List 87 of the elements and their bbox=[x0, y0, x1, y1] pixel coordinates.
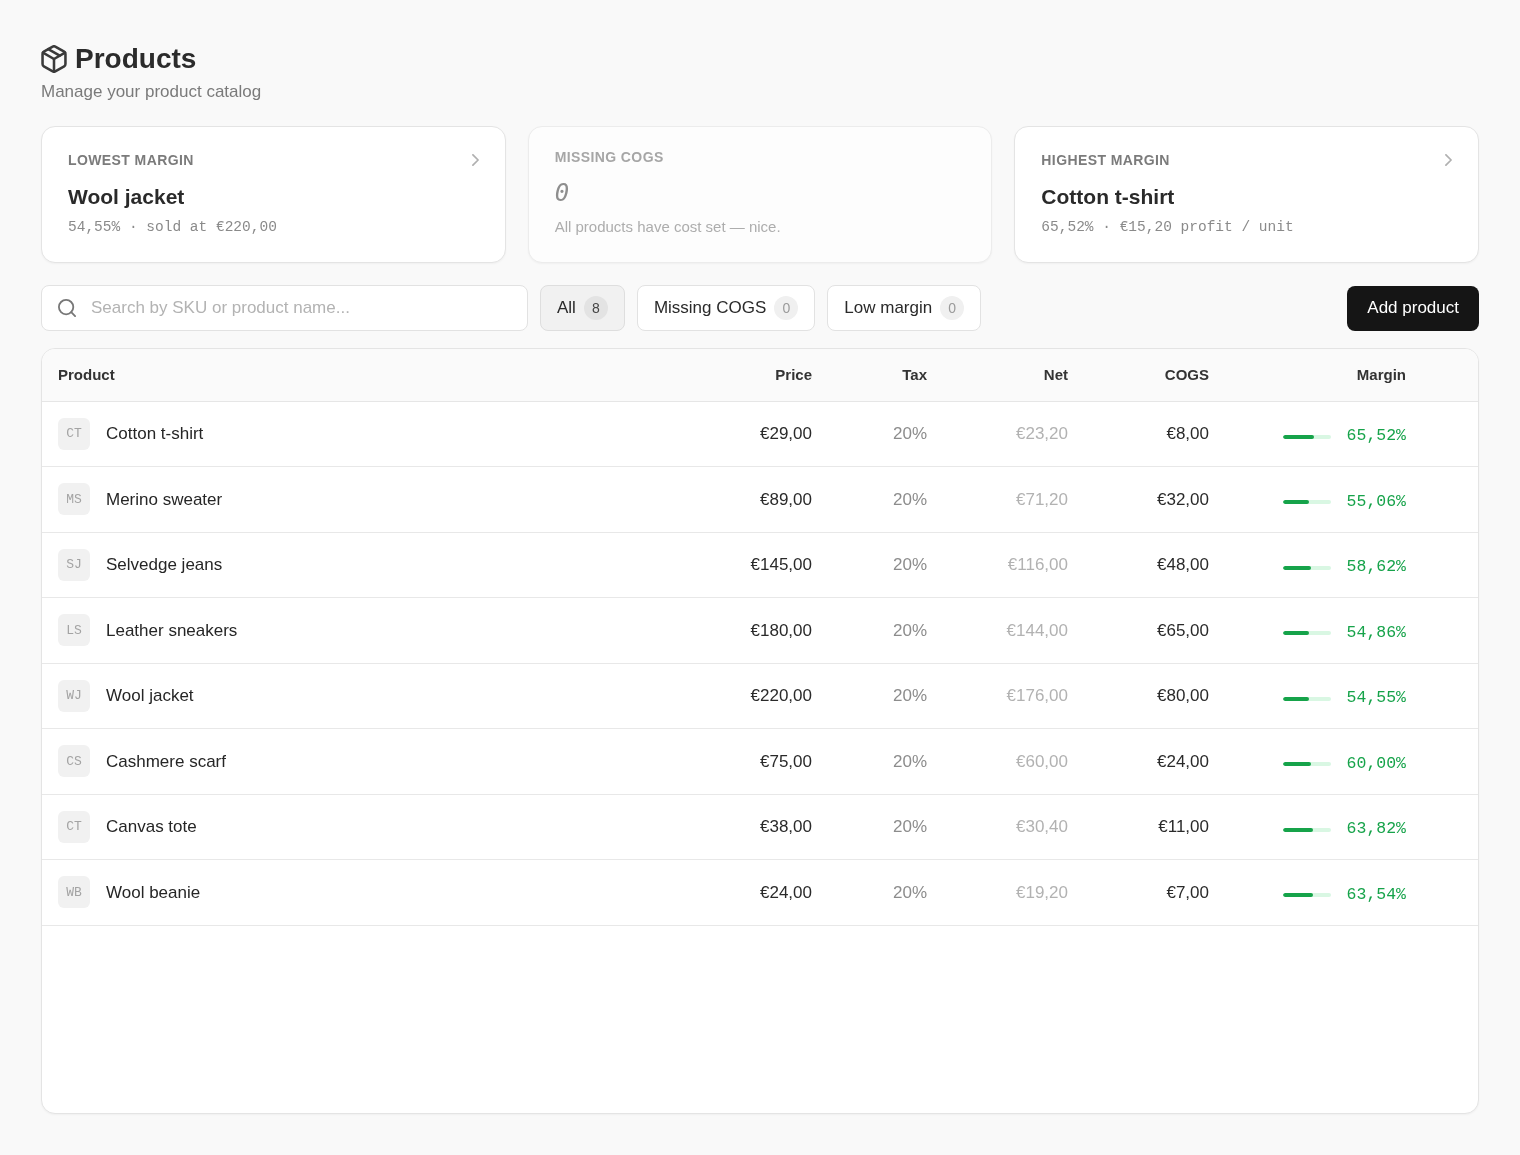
price-value: €180,00 bbox=[750, 620, 812, 640]
product-initials: CT bbox=[58, 417, 90, 450]
margin-value: 58,62% bbox=[1346, 556, 1406, 579]
card-detail: 54,55% · sold at €220,00 bbox=[68, 218, 277, 237]
margin-value: 60,00% bbox=[1346, 752, 1406, 775]
cogs-value: €80,00 bbox=[1157, 686, 1209, 705]
filter-tab[interactable]: All 8 bbox=[540, 285, 625, 331]
price-value: €89,00 bbox=[760, 489, 812, 509]
card-title: Cotton t-shirt bbox=[1041, 184, 1175, 210]
filter-tab[interactable]: Missing COGS 0 bbox=[636, 285, 816, 331]
product-initials: MS bbox=[58, 483, 90, 516]
column-header: Margin bbox=[1356, 365, 1406, 383]
summary-card[interactable]: LOWEST MARGIN Wool jacket 54,55% · sold at €220,00 bbox=[41, 126, 506, 263]
cogs-value: €7,00 bbox=[1166, 882, 1209, 902]
card-label: HIGHEST MARGIN bbox=[1041, 151, 1170, 169]
card-detail: 65,52% · €15,20 profit / unit bbox=[1041, 218, 1294, 237]
cogs-value: €48,00 bbox=[1157, 555, 1209, 574]
margin-value: 54,55% bbox=[1346, 687, 1406, 710]
product-name: Canvas tote bbox=[106, 816, 197, 838]
cogs-value: €24,00 bbox=[1157, 751, 1209, 771]
product-initials: CS bbox=[58, 745, 90, 778]
box-icon bbox=[41, 45, 67, 73]
count-badge: 0 bbox=[940, 296, 965, 320]
column-header: COGS bbox=[1164, 365, 1209, 383]
product-name: Wool beanie bbox=[106, 881, 201, 904]
tax-rate: 20% bbox=[892, 620, 927, 640]
cogs-value: €32,00 bbox=[1157, 489, 1209, 509]
cogs-value: €65,00 bbox=[1157, 620, 1209, 640]
product-initials: WB bbox=[58, 876, 90, 909]
cogs-value: €11,00 bbox=[1158, 817, 1209, 836]
tax-rate: 20% bbox=[892, 686, 927, 705]
product-initials: SJ bbox=[58, 548, 90, 581]
price-value: €220,00 bbox=[750, 686, 812, 705]
card-label: MISSING COGS bbox=[554, 148, 664, 166]
net-price: €19,20 bbox=[1016, 882, 1068, 902]
product-name: Cashmere scarf bbox=[106, 750, 226, 773]
add-product-button[interactable]: Add product bbox=[1347, 285, 1479, 331]
product-initials: CT bbox=[58, 810, 90, 843]
price-value: €145,00 bbox=[750, 555, 812, 574]
price-value: €38,00 bbox=[760, 817, 812, 836]
card-note: All products have cost set — nice. bbox=[554, 217, 781, 237]
net-price: €144,00 bbox=[1006, 620, 1068, 640]
count-badge: 8 bbox=[583, 296, 608, 320]
price-value: €24,00 bbox=[760, 882, 812, 902]
margin-value: 63,82% bbox=[1346, 818, 1406, 841]
page-title: Products bbox=[75, 42, 197, 76]
product-initials: WJ bbox=[58, 679, 90, 712]
price-value: €75,00 bbox=[760, 751, 812, 771]
summary-card[interactable]: HIGHEST MARGIN Cotton t-shirt 65,52% · €15,20 profit / unit bbox=[1014, 126, 1479, 263]
filter-tab[interactable]: Low margin 0 bbox=[827, 285, 982, 331]
net-price: €176,00 bbox=[1006, 686, 1068, 705]
net-price: €30,40 bbox=[1016, 817, 1068, 836]
search-field[interactable]: Search by SKU or product name... bbox=[41, 285, 528, 331]
margin-value: 54,86% bbox=[1346, 621, 1406, 644]
chevron-right-icon bbox=[471, 154, 479, 166]
product-name: Selvedge jeans bbox=[106, 554, 223, 576]
product-name: Leather sneakers bbox=[106, 619, 238, 642]
missing-count: 0 bbox=[554, 178, 570, 208]
card-label: LOWEST MARGIN bbox=[68, 151, 194, 169]
column-header: Net bbox=[1043, 365, 1068, 383]
column-header: Tax bbox=[902, 365, 927, 383]
chevron-right-icon bbox=[1445, 154, 1452, 166]
net-price: €71,20 bbox=[1016, 489, 1068, 509]
cogs-value: €8,00 bbox=[1166, 424, 1209, 443]
page-subtitle: Manage your product catalog bbox=[41, 81, 262, 103]
product-name: Merino sweater bbox=[106, 488, 223, 511]
margin-value: 63,54% bbox=[1346, 883, 1406, 906]
tax-rate: 20% bbox=[892, 555, 927, 574]
column-header: Price bbox=[775, 365, 812, 383]
tax-rate: 20% bbox=[892, 751, 927, 771]
tax-rate: 20% bbox=[892, 817, 927, 836]
product-name: Wool jacket bbox=[106, 685, 194, 707]
count-badge: 0 bbox=[774, 296, 799, 320]
price-value: €29,00 bbox=[760, 424, 812, 443]
net-price: €23,20 bbox=[1016, 424, 1068, 443]
product-name: Cotton t-shirt bbox=[106, 423, 204, 445]
margin-value: 65,52% bbox=[1346, 425, 1406, 448]
tax-rate: 20% bbox=[892, 882, 927, 902]
margin-value: 55,06% bbox=[1346, 490, 1406, 513]
tax-rate: 20% bbox=[892, 489, 927, 509]
search-icon bbox=[58, 299, 76, 317]
column-header: Product bbox=[58, 365, 115, 383]
tax-rate: 20% bbox=[892, 424, 927, 443]
net-price: €116,00 bbox=[1007, 555, 1068, 574]
card-title: Wool jacket bbox=[68, 184, 185, 210]
product-initials: LS bbox=[58, 614, 90, 647]
net-price: €60,00 bbox=[1016, 751, 1068, 771]
